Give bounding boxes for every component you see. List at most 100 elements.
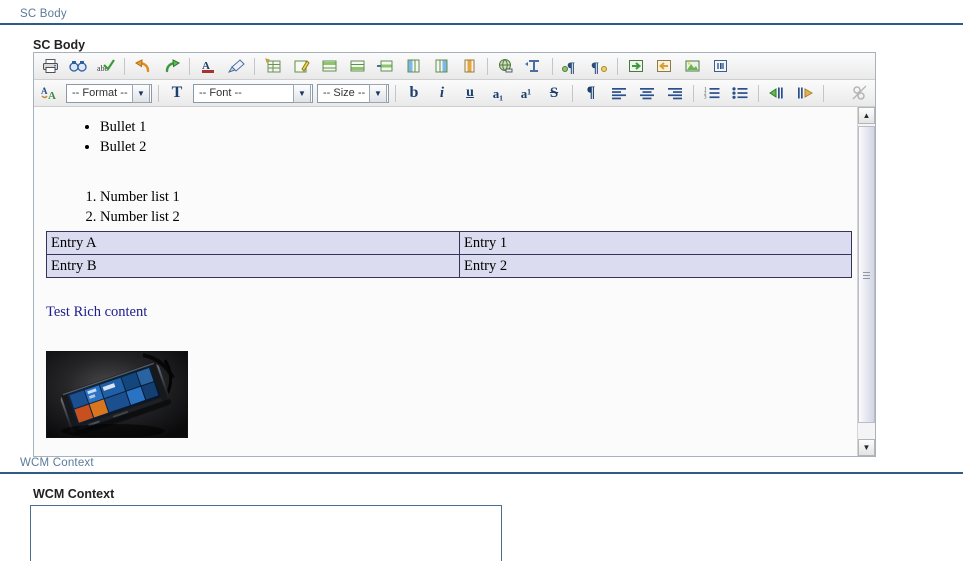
rich-content-link[interactable]: Test Rich content xyxy=(46,304,847,321)
toolbar-separator xyxy=(124,57,125,75)
section-band-title-wcm-context: WCM Context xyxy=(20,457,94,469)
phone-photo[interactable] xyxy=(46,351,188,438)
list-item: Number list 1 xyxy=(100,187,847,207)
insert-image-icon[interactable] xyxy=(679,54,705,79)
numbered-list: Number list 1 Number list 2 xyxy=(44,187,847,227)
svg-text:¶: ¶ xyxy=(591,60,599,74)
editor-toolbar-row-2: A A -- Format -- ▼ T -- Font -- ▼ -- Siz… xyxy=(34,80,875,107)
strikethrough-icon[interactable]: S xyxy=(541,81,567,106)
subscript-glyph: a₁ xyxy=(492,85,504,101)
toolbar-separator xyxy=(693,84,694,102)
field-label-wcm-context: WCM Context xyxy=(33,487,115,501)
bullet-list: Bullet 1 Bullet 2 xyxy=(44,117,847,157)
table-cell: Entry A xyxy=(46,231,460,255)
insert-row-below-icon[interactable] xyxy=(344,54,370,79)
toolbar-separator xyxy=(572,84,573,102)
list-item: Bullet 1 xyxy=(100,117,847,137)
toolbar-separator xyxy=(552,57,553,75)
toolbar-separator xyxy=(395,84,396,102)
size-select[interactable]: -- Size -- ▼ xyxy=(317,83,389,103)
superscript-glyph: a¹ xyxy=(520,85,532,101)
font-color-icon[interactable]: A xyxy=(195,54,221,79)
delete-row-icon[interactable] xyxy=(372,54,398,79)
insert-field-icon[interactable] xyxy=(707,54,733,79)
scroll-down-button[interactable]: ▼ xyxy=(858,439,875,456)
spell-style-icon[interactable]: A A xyxy=(37,81,63,106)
print-icon[interactable] xyxy=(37,54,63,79)
svg-text:A: A xyxy=(48,90,56,101)
chevron-down-icon[interactable]: ▼ xyxy=(293,83,311,103)
outdent-icon[interactable] xyxy=(792,81,818,106)
pilcrow-glyph: ¶ xyxy=(586,84,596,101)
insert-next-icon[interactable] xyxy=(623,54,649,79)
font-select-value: -- Font -- xyxy=(199,87,242,99)
insert-column-left-icon[interactable] xyxy=(400,54,426,79)
insert-column-right-icon[interactable] xyxy=(428,54,454,79)
text-tool-glyph: T xyxy=(171,84,183,101)
ordered-list-icon[interactable]: 123 xyxy=(699,81,725,106)
strikethrough-glyph: S xyxy=(549,84,559,101)
spellcheck-icon[interactable]: abc xyxy=(93,54,119,79)
bold-glyph: b xyxy=(409,84,419,101)
pilcrow-icon[interactable]: ¶ xyxy=(578,81,604,106)
table-properties-icon[interactable] xyxy=(288,54,314,79)
unlink-icon[interactable] xyxy=(846,81,872,106)
section-band-sc-body: SC Body xyxy=(0,6,963,25)
wcm-context-textarea[interactable] xyxy=(30,505,502,561)
editor-body-wrapper: Bullet 1 Bullet 2 Number list 1 Number l… xyxy=(34,107,875,456)
page-root: SC Body SC Body abc A ¶ ¶ A A -- Format … xyxy=(0,0,963,561)
table-cell: Entry B xyxy=(46,254,460,278)
italic-icon[interactable]: i xyxy=(429,81,455,106)
rich-text-editor: abc A ¶ ¶ A A -- Format -- ▼ T -- Font -… xyxy=(33,52,876,457)
size-select-value: -- Size -- xyxy=(323,87,366,99)
text-tool-icon[interactable]: T xyxy=(164,81,190,106)
scroll-up-button[interactable]: ▲ xyxy=(858,107,875,124)
remove-paragraph-icon[interactable]: ¶ xyxy=(586,54,612,79)
insert-previous-icon[interactable] xyxy=(651,54,677,79)
field-label-sc-body: SC Body xyxy=(33,38,86,52)
scrollbar-grip xyxy=(863,271,870,279)
align-center-icon[interactable] xyxy=(634,81,660,106)
align-right-icon[interactable] xyxy=(662,81,688,106)
find-icon[interactable] xyxy=(65,54,91,79)
section-band-wcm-context: WCM Context xyxy=(0,455,963,474)
section-band-rule-wcm-context xyxy=(0,472,963,474)
bullet-list-icon[interactable] xyxy=(727,81,753,106)
format-select-value: -- Format -- xyxy=(72,87,128,99)
redo-icon[interactable] xyxy=(158,54,184,79)
underline-glyph: u xyxy=(466,85,474,100)
bold-icon[interactable]: b xyxy=(401,81,427,106)
subscript-icon[interactable]: a₁ xyxy=(485,81,511,106)
editor-content-area[interactable]: Bullet 1 Bullet 2 Number list 1 Number l… xyxy=(34,107,857,456)
chevron-down-icon[interactable]: ▼ xyxy=(132,83,150,103)
hyperlink-icon[interactable] xyxy=(493,54,519,79)
underline-icon[interactable]: u xyxy=(457,81,483,106)
remove-format-icon[interactable] xyxy=(223,54,249,79)
editor-vertical-scrollbar[interactable]: ▲ ▼ xyxy=(857,107,875,456)
toolbar-separator xyxy=(254,57,255,75)
anchor-icon[interactable] xyxy=(521,54,547,79)
svg-text:¶: ¶ xyxy=(567,60,575,74)
svg-text:3: 3 xyxy=(704,96,707,100)
undo-icon[interactable] xyxy=(130,54,156,79)
insert-table-icon[interactable] xyxy=(260,54,286,79)
toolbar-separator xyxy=(189,57,190,75)
table-cell: Entry 2 xyxy=(459,254,852,278)
scrollbar-thumb[interactable] xyxy=(858,126,875,423)
toolbar-separator xyxy=(487,57,488,75)
insert-paragraph-icon[interactable]: ¶ xyxy=(558,54,584,79)
font-select[interactable]: -- Font -- ▼ xyxy=(193,83,313,103)
chevron-down-icon[interactable]: ▼ xyxy=(369,83,387,103)
delete-column-icon[interactable] xyxy=(456,54,482,79)
align-left-icon[interactable] xyxy=(606,81,632,106)
table-row: Entry A Entry 1 xyxy=(46,231,852,255)
list-item: Bullet 2 xyxy=(100,137,847,157)
format-select[interactable]: -- Format -- ▼ xyxy=(66,83,152,103)
superscript-icon[interactable]: a¹ xyxy=(513,81,539,106)
insert-row-above-icon[interactable] xyxy=(316,54,342,79)
indent-icon[interactable] xyxy=(764,81,790,106)
table-cell: Entry 1 xyxy=(459,231,852,255)
toolbar-separator xyxy=(158,84,159,102)
scrollbar-track[interactable] xyxy=(858,124,875,439)
